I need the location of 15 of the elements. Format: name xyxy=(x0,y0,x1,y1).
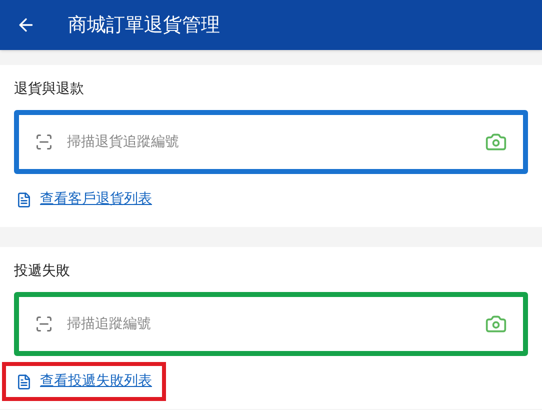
tracking-input[interactable]: 掃描退貨追蹤編號 xyxy=(67,132,471,152)
list-link[interactable]: 查看投遞失敗列表 xyxy=(40,371,152,392)
section-title: 退貨與退款 xyxy=(14,80,85,99)
scan-icon xyxy=(35,315,53,333)
camera-icon[interactable] xyxy=(485,131,507,153)
camera-icon[interactable] xyxy=(485,313,507,335)
scan-field[interactable]: 掃描追蹤編號 xyxy=(14,292,528,356)
scan-field[interactable]: 掃描退貨追蹤編號 xyxy=(14,110,528,174)
tracking-input[interactable]: 掃描追蹤編號 xyxy=(67,314,471,334)
list-link[interactable]: 查看客戶退貨列表 xyxy=(40,189,152,210)
scan-icon xyxy=(35,133,53,151)
section-title: 投遞失敗 xyxy=(14,262,71,281)
document-icon xyxy=(16,374,32,390)
document-icon xyxy=(16,192,32,208)
app-bar-title: 商城訂單退貨管理 xyxy=(68,12,220,38)
